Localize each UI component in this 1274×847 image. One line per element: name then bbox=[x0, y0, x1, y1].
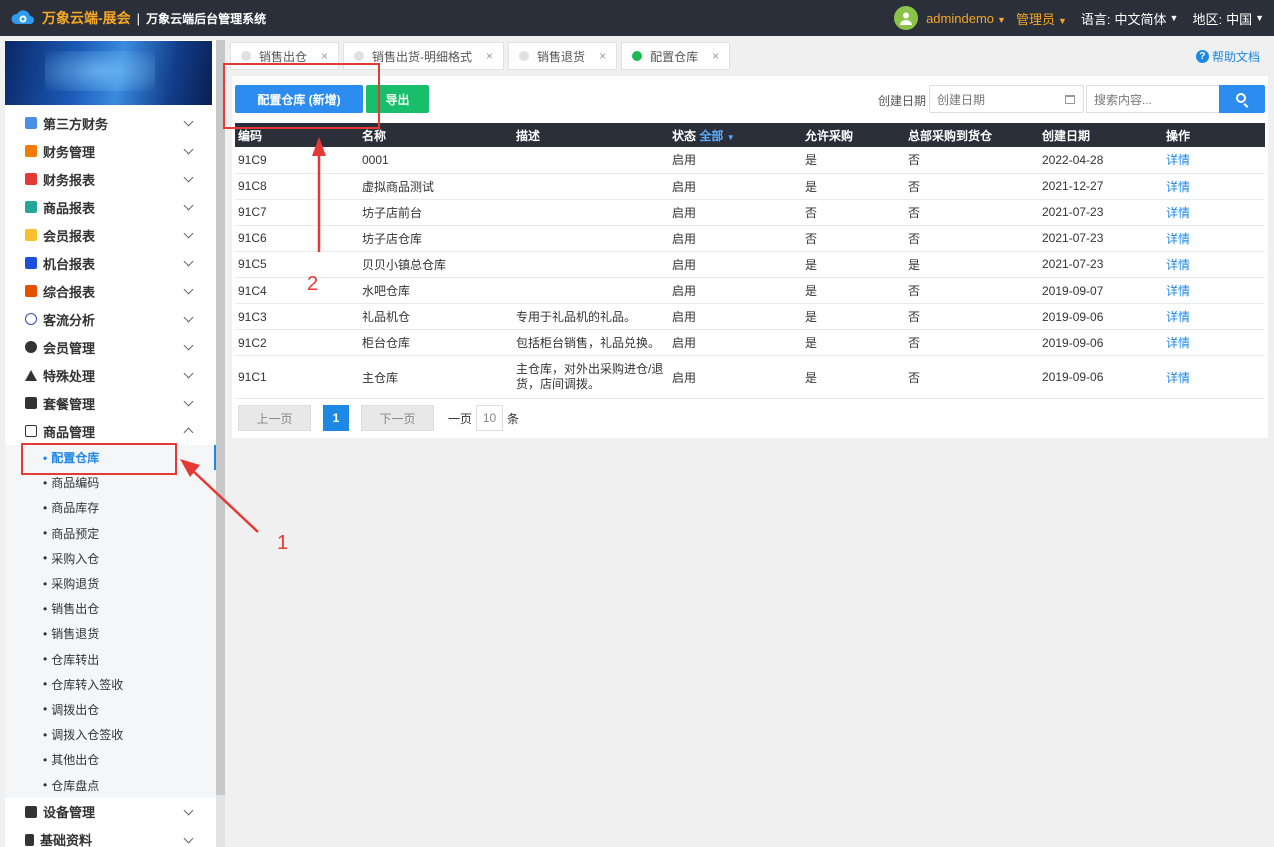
annotation-label-1: 1 bbox=[277, 532, 289, 554]
annotation-arrow-left bbox=[191, 469, 259, 533]
annotation-arrows bbox=[180, 137, 326, 533]
annotation-arrowhead-up bbox=[312, 137, 326, 156]
annotation-label-2: 2 bbox=[307, 273, 319, 295]
